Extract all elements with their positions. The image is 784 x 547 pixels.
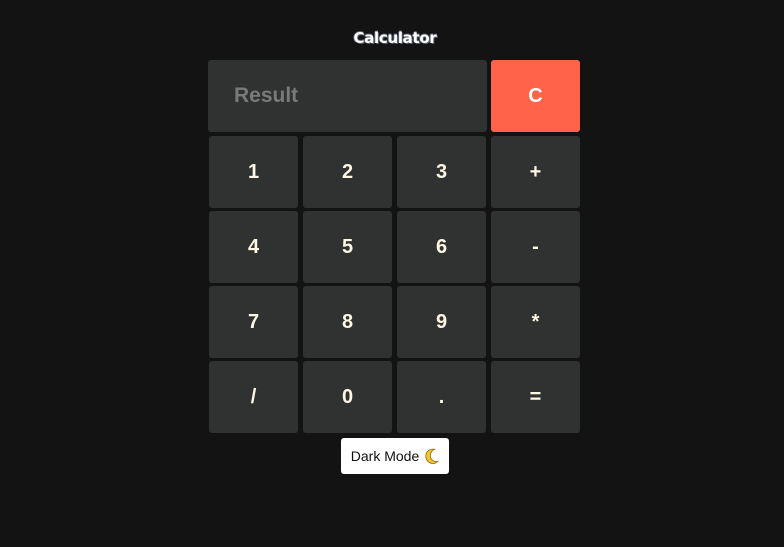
key-6-button[interactable]: 6 <box>397 211 486 283</box>
dark-mode-label: Dark Mode <box>350 448 420 464</box>
add-button[interactable]: + <box>491 136 580 208</box>
divide-button[interactable]: / <box>209 361 298 433</box>
decimal-button[interactable]: . <box>397 361 486 433</box>
key-5-button[interactable]: 5 <box>303 211 392 283</box>
crescent-moon-icon <box>423 448 440 464</box>
multiply-button[interactable]: * <box>491 286 580 358</box>
key-3-button[interactable]: 3 <box>397 136 486 208</box>
result-display[interactable] <box>208 60 487 132</box>
key-9-button[interactable]: 9 <box>397 286 486 358</box>
key-4-button[interactable]: 4 <box>209 211 298 283</box>
page-title: Calculator <box>353 29 437 47</box>
calculator-page: Calculator C 1 2 3 + 4 5 6 - 7 8 9 * / 0… <box>0 0 784 547</box>
equals-button[interactable]: = <box>491 361 580 433</box>
key-8-button[interactable]: 8 <box>303 286 392 358</box>
clear-button[interactable]: C <box>491 60 580 132</box>
key-2-button[interactable]: 2 <box>303 136 392 208</box>
subtract-button[interactable]: - <box>491 211 580 283</box>
key-0-button[interactable]: 0 <box>303 361 392 433</box>
key-7-button[interactable]: 7 <box>209 286 298 358</box>
key-1-button[interactable]: 1 <box>209 136 298 208</box>
dark-mode-toggle-button[interactable]: Dark Mode <box>341 438 449 474</box>
